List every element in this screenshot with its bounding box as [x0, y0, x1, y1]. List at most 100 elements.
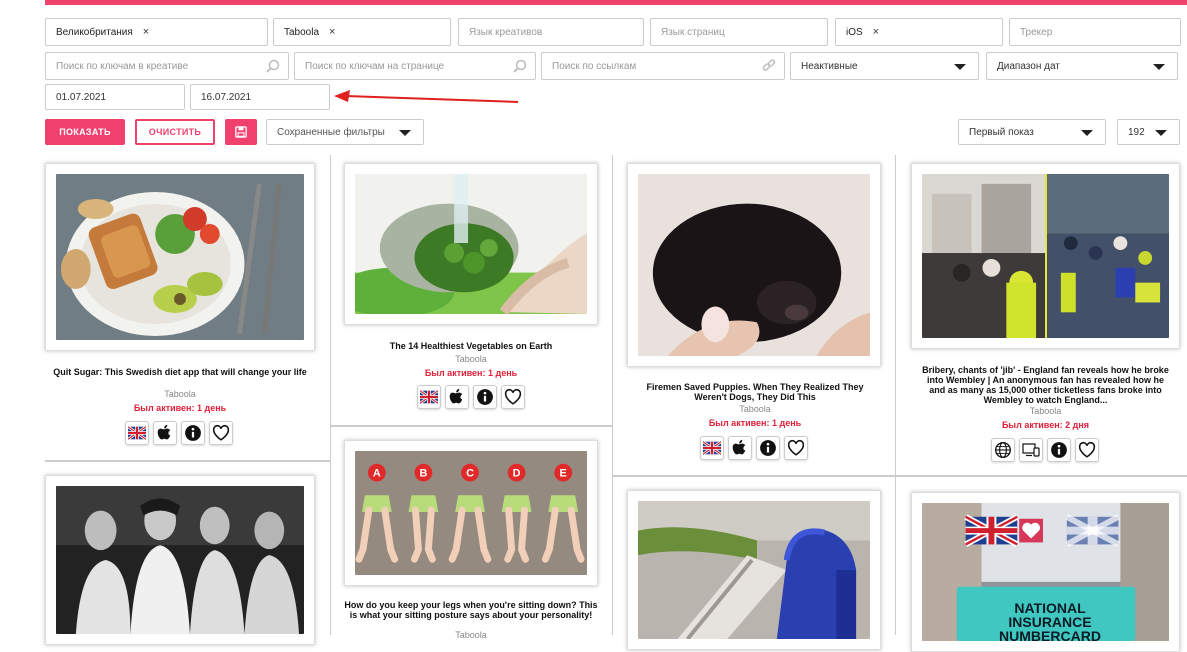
creative-card[interactable]	[627, 490, 881, 650]
card-active-duration: Был активен: 1 день	[424, 368, 518, 378]
ni-card-text: NATIONAL INSURANCE NUMBERCARD	[960, 601, 1140, 641]
card-source: Taboola	[164, 389, 196, 399]
pose-letter: C	[466, 468, 474, 480]
card-title[interactable]: Bribery, chants of 'jib' - England fan r…	[918, 365, 1173, 405]
os-filter[interactable]: iOS ×	[835, 18, 1003, 46]
saved-filters-select[interactable]: Сохраненные фильтры	[266, 119, 424, 145]
info-icon[interactable]	[181, 421, 205, 445]
globe-icon	[991, 438, 1015, 462]
red-arrow-annotation	[334, 90, 519, 103]
card-title[interactable]: How do you keep your legs when you're si…	[344, 600, 598, 620]
creative-card[interactable]	[911, 163, 1180, 349]
creative-image	[638, 501, 870, 639]
remove-os-icon[interactable]: ×	[873, 26, 879, 38]
creative-card[interactable]	[45, 163, 315, 351]
devices-icon	[1019, 438, 1043, 462]
network-filter[interactable]: Taboola ×	[273, 18, 451, 46]
country-filter[interactable]: Великобритания ×	[45, 18, 268, 46]
creative-card[interactable]: NATIONAL INSURANCE NUMBERCARD	[911, 492, 1180, 652]
creative-image: NATIONAL INSURANCE NUMBERCARD	[922, 503, 1169, 641]
per-page-value: 192	[1128, 126, 1145, 138]
os-tag: iOS	[846, 26, 863, 38]
creative-keywords-input[interactable]: Поиск по ключам в креативе	[45, 52, 289, 80]
apple-icon	[445, 385, 469, 409]
links-placeholder: Поиск по ссылкам	[552, 60, 637, 72]
grid-divider	[612, 475, 895, 477]
page-language-select[interactable]: Язык страниц	[650, 18, 828, 46]
creative-image: A B C D E	[355, 451, 587, 575]
network-tag: Taboola	[284, 26, 320, 38]
info-icon[interactable]	[756, 436, 780, 460]
grid-divider	[895, 475, 1187, 477]
creative-card[interactable]: A B C D E	[344, 440, 598, 586]
grid-divider	[45, 460, 330, 462]
card-source: Taboola	[455, 354, 487, 364]
creative-card[interactable]	[344, 163, 598, 325]
chevron-down-icon	[399, 130, 411, 136]
link-icon	[762, 59, 776, 71]
creative-card[interactable]	[627, 163, 881, 367]
sort-value: Первый показ	[969, 126, 1034, 138]
grid-divider	[895, 155, 896, 635]
card-title[interactable]: The 14 Healthiest Vegetables on Earth	[344, 341, 598, 351]
card-icons	[417, 385, 525, 409]
uk-flag-icon	[417, 385, 441, 409]
heart-icon[interactable]	[209, 421, 233, 445]
card-title[interactable]: Firemen Saved Puppies. When They Realize…	[638, 382, 872, 402]
creative-card[interactable]	[45, 475, 315, 645]
page-keywords-input[interactable]: Поиск по ключам на странице	[294, 52, 536, 80]
save-filter-button[interactable]	[225, 119, 257, 145]
creative-image	[922, 174, 1169, 338]
links-search-input[interactable]: Поиск по ссылкам	[541, 52, 785, 80]
info-icon[interactable]	[1047, 438, 1071, 462]
chevron-down-icon	[1155, 130, 1167, 136]
heart-icon[interactable]	[501, 385, 525, 409]
apple-icon	[728, 436, 752, 460]
chevron-down-icon	[954, 64, 966, 70]
pose-letter: B	[419, 468, 427, 480]
creative-language-select[interactable]: Язык креативов	[458, 18, 644, 46]
card-source: Taboola	[739, 404, 771, 414]
creative-keywords-placeholder: Поиск по ключам в креативе	[56, 60, 189, 72]
chevron-down-icon	[1081, 130, 1093, 136]
card-source: Taboola	[455, 630, 487, 640]
date-range-select[interactable]: Диапазон дат	[986, 52, 1178, 80]
heart-icon[interactable]	[1075, 438, 1099, 462]
saved-filters-label: Сохраненные фильтры	[277, 126, 385, 138]
date-to-input[interactable]: 16.07.2021	[190, 84, 330, 110]
creative-image	[638, 174, 870, 356]
grid-divider	[330, 425, 612, 427]
clear-button[interactable]: ОЧИСТИТЬ	[135, 119, 215, 145]
country-tag: Великобритания	[56, 26, 133, 38]
pose-letter: E	[560, 468, 567, 480]
date-range-value: Диапазон дат	[997, 60, 1060, 72]
date-from-input[interactable]: 01.07.2021	[45, 84, 185, 110]
status-value: Неактивные	[801, 60, 858, 72]
creative-image	[56, 174, 304, 340]
creative-image	[56, 486, 304, 634]
remove-network-icon[interactable]: ×	[329, 26, 335, 38]
search-icon	[513, 59, 527, 73]
card-active-duration: Был активен: 2 дня	[1001, 420, 1090, 430]
creative-image	[355, 174, 587, 314]
card-active-duration: Был активен: 1 день	[133, 403, 227, 413]
floppy-disk-icon	[235, 126, 247, 138]
grid-divider	[612, 155, 613, 635]
heart-icon[interactable]	[784, 436, 808, 460]
sort-select[interactable]: Первый показ	[958, 119, 1106, 145]
search-icon	[266, 59, 280, 73]
card-title[interactable]: Quit Sugar: This Swedish diet app that w…	[52, 367, 308, 377]
ni-line-1: NATIONAL	[1014, 600, 1086, 616]
status-select[interactable]: Неактивные	[790, 52, 979, 80]
grid-divider	[330, 155, 331, 635]
card-icons	[991, 438, 1099, 462]
info-icon[interactable]	[473, 385, 497, 409]
remove-country-icon[interactable]: ×	[143, 26, 149, 38]
card-icons	[700, 436, 808, 460]
uk-flag-icon	[700, 436, 724, 460]
show-button[interactable]: ПОКАЗАТЬ	[45, 119, 125, 145]
card-icons	[125, 421, 233, 445]
per-page-select[interactable]: 192	[1117, 119, 1180, 145]
tracker-select[interactable]: Трекер	[1009, 18, 1181, 46]
chevron-down-icon	[1153, 64, 1165, 70]
